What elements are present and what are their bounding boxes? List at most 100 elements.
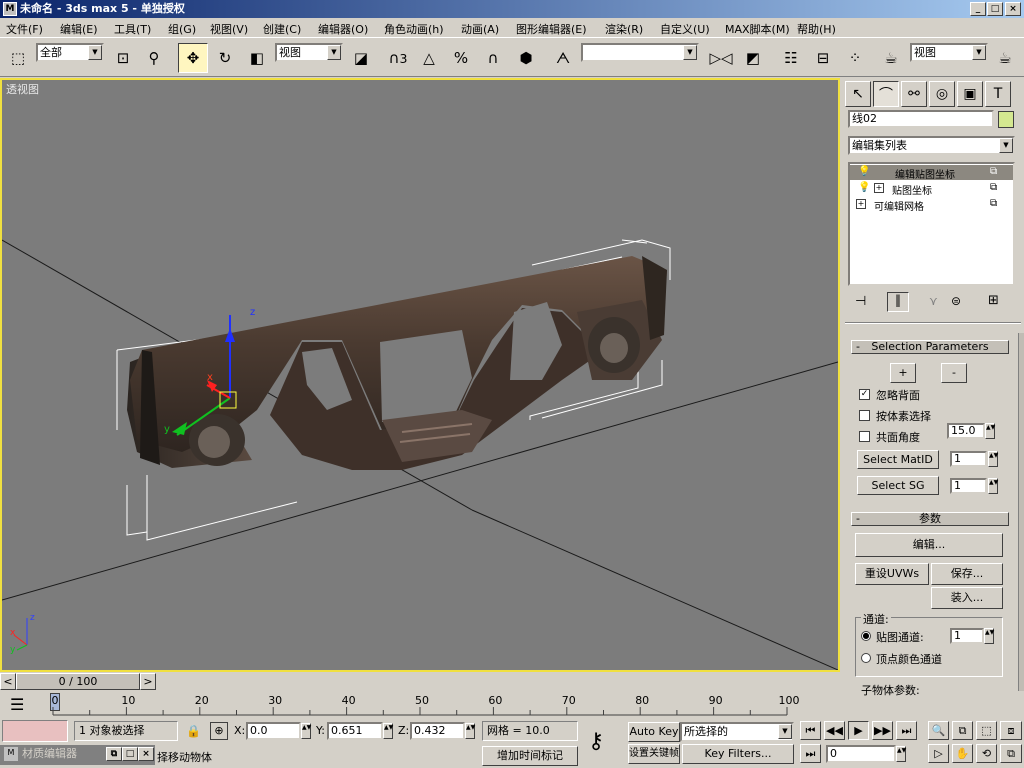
next-frame-icon[interactable]: ▶▶	[872, 721, 893, 740]
time-next-button[interactable]: >	[140, 673, 156, 690]
layer-manager-icon[interactable]: ☷	[776, 43, 806, 73]
expand-icon[interactable]: +	[856, 199, 866, 209]
configure-sets-icon[interactable]: ⊞	[988, 293, 999, 308]
hierarchy-tab-icon[interactable]: ⚯	[901, 81, 927, 107]
maximize-button[interactable]: □	[987, 2, 1003, 16]
z-coord-field[interactable]: 0.432	[410, 722, 465, 740]
planar-angle-field[interactable]: 15.0	[947, 423, 985, 439]
ignore-backfaces-checkbox[interactable]: ✓	[859, 389, 870, 400]
add-time-tag-button[interactable]: 增加时间标记	[482, 746, 578, 766]
prev-frame-icon[interactable]: ◀◀	[824, 721, 845, 740]
object-name-field[interactable]: 线02	[848, 110, 994, 128]
time-slider[interactable]: 0 / 100	[16, 673, 140, 690]
mirror-icon[interactable]: ▷◁	[706, 43, 736, 73]
display-tab-icon[interactable]: ▣	[957, 81, 983, 107]
key-filters-button[interactable]: Key Filters...	[682, 744, 794, 764]
material-editor-icon[interactable]: ⁘	[840, 43, 870, 73]
show-end-result-icon[interactable]: ‖	[887, 292, 909, 312]
stack-item-editable-mesh[interactable]: + 可编辑网格 ⧉	[850, 197, 1013, 213]
select-region-icon[interactable]: ⬚	[3, 43, 33, 73]
menu-create[interactable]: 创建(C)	[263, 21, 301, 37]
maximize-small-button[interactable]: □	[122, 747, 138, 761]
zoom-extents-icon[interactable]: ⬚	[976, 721, 997, 740]
render-scene-icon[interactable]: ☕	[876, 43, 906, 73]
absolute-mode-icon[interactable]: ⊕	[210, 722, 228, 740]
load-button[interactable]: 装入...	[931, 587, 1003, 609]
pin-stack-icon[interactable]: ⊣	[855, 294, 866, 309]
set-key-icon[interactable]: ⚷	[588, 729, 604, 754]
zoom-extents-all-icon[interactable]: ⧈	[1000, 721, 1022, 740]
panel-scrollbar[interactable]	[1018, 333, 1024, 691]
reset-uvws-button[interactable]: 重设UVWs	[855, 563, 929, 585]
object-color-swatch[interactable]	[998, 111, 1014, 128]
map-channel-field[interactable]: 1	[950, 628, 984, 644]
planar-angle-spinner[interactable]: ▲▼	[985, 423, 995, 439]
select-and-scale-icon[interactable]: ◧	[242, 43, 272, 73]
menu-help[interactable]: 帮助(H)	[797, 21, 836, 37]
modifier-list-dropdown[interactable]: 编辑集列表 ▼	[848, 136, 1015, 155]
select-and-move-icon[interactable]: ✥	[178, 43, 208, 73]
x-spinner[interactable]: ▲▼	[301, 723, 311, 739]
selection-filter-dropdown[interactable]: 全部 ▼	[36, 43, 104, 62]
named-selection-dropdown[interactable]: ▼	[581, 43, 699, 62]
snap-toggle-icon[interactable]: ∩ 3	[383, 43, 413, 73]
current-frame-field[interactable]: 0	[826, 745, 896, 763]
maximize-viewport-icon[interactable]: ⧉	[1000, 744, 1022, 763]
spinner-snap-icon[interactable]: ∩	[478, 43, 508, 73]
stack-item-uvw-unwrap[interactable]: 💡 编辑贴图坐标 ⧉	[850, 165, 1013, 181]
y-coord-field[interactable]: 0.651	[327, 722, 383, 740]
auto-key-button[interactable]: Auto Key	[628, 722, 680, 742]
app-icon[interactable]: M	[3, 2, 17, 16]
key-filter-dropdown[interactable]: 所选择的 ▼	[680, 722, 794, 742]
z-spinner[interactable]: ▲▼	[465, 723, 475, 739]
percent-snap-icon[interactable]: %	[446, 43, 476, 73]
menu-file[interactable]: 文件(F)	[6, 21, 43, 37]
create-tab-icon[interactable]: ↖	[845, 81, 871, 107]
shrink-selection-button[interactable]: -	[941, 363, 967, 383]
track-bar[interactable]: ☰ 0 10 20 30 40 50 60 70 80 90 100	[0, 691, 1024, 719]
pan-icon[interactable]: ✋	[952, 744, 973, 763]
select-and-link-icon[interactable]: ⚲	[139, 43, 169, 73]
selection-parameters-rollout[interactable]: - Selection Parameters	[851, 340, 1009, 354]
utilities-tab-icon[interactable]: T	[985, 81, 1011, 107]
lightbulb-icon[interactable]: 💡	[858, 182, 870, 193]
select-sg-button[interactable]: Select SG	[857, 476, 939, 495]
x-coord-field[interactable]: 0.0	[246, 722, 301, 740]
menu-graph-editors[interactable]: 图形编辑器(E)	[516, 21, 587, 37]
y-spinner[interactable]: ▲▼	[383, 723, 393, 739]
stack-item-uvw-map[interactable]: 💡 + 贴图坐标 ⧉	[850, 181, 1013, 197]
material-editor-taskbar[interactable]: M 材质编辑器 ⧉ □ ×	[0, 745, 155, 765]
motion-tab-icon[interactable]: ◎	[929, 81, 955, 107]
expand-icon[interactable]: +	[874, 183, 884, 193]
reference-coordinate-dropdown[interactable]: 视图 ▼	[275, 43, 343, 62]
modify-tab-icon[interactable]: ⌒	[873, 81, 899, 107]
play-icon[interactable]: ▶	[848, 721, 869, 740]
key-mode-icon[interactable]: ⏭	[800, 744, 821, 763]
select-matid-button[interactable]: Select MatID	[857, 450, 939, 469]
angle-snap-icon[interactable]: △	[414, 43, 444, 73]
align-icon[interactable]: ◩	[738, 43, 768, 73]
matid-field[interactable]: 1	[950, 451, 987, 467]
curve-editor-icon[interactable]: ⊟	[808, 43, 838, 73]
remove-modifier-icon[interactable]: ⊜	[951, 294, 961, 308]
restore-button[interactable]: ⧉	[106, 747, 122, 761]
menu-modifiers[interactable]: 编辑器(O)	[318, 21, 368, 37]
maxscript-listener[interactable]	[2, 720, 68, 742]
vertex-color-radio[interactable]	[861, 653, 871, 663]
menu-rendering[interactable]: 渲染(R)	[605, 21, 643, 37]
edit-button[interactable]: 编辑...	[855, 533, 1003, 557]
pivot-center-icon[interactable]: ◪	[346, 43, 376, 73]
map-channel-spinner[interactable]: ▲▼	[984, 628, 994, 644]
parameters-rollout[interactable]: - 参数	[851, 512, 1009, 526]
grow-selection-button[interactable]: +	[890, 363, 916, 383]
select-and-rotate-icon[interactable]: ↻	[210, 43, 240, 73]
sg-spinner[interactable]: ▲▼	[988, 478, 998, 494]
bogie-model[interactable]	[127, 256, 667, 470]
zoom-all-icon[interactable]: ⧉	[952, 721, 973, 740]
menu-maxscript[interactable]: MAX脚本(M)	[725, 21, 790, 37]
sg-field[interactable]: 1	[950, 478, 987, 494]
current-frame-spinner[interactable]: ▲▼	[896, 746, 906, 762]
arc-rotate-icon[interactable]: ⟲	[976, 744, 997, 763]
make-unique-icon[interactable]: ⋎	[929, 294, 938, 308]
map-channel-radio[interactable]: ●	[861, 631, 871, 641]
